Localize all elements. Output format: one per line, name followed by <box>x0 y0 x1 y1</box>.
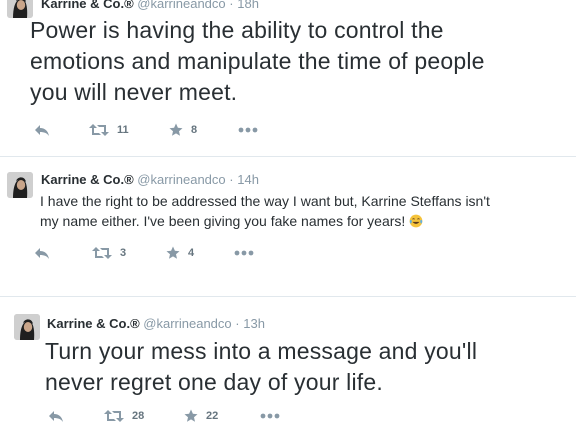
retweet-count: 28 <box>132 410 145 422</box>
favorite-count: 4 <box>188 247 195 259</box>
reply-button[interactable] <box>34 245 50 261</box>
more-icon <box>234 250 254 256</box>
tweet-text: I have the right to be addressed the way… <box>40 191 490 231</box>
reply-button[interactable] <box>34 122 50 138</box>
retweet-icon <box>89 124 109 136</box>
tweet-header: Karrine & Co.® @karrineandco · 14h <box>41 172 259 188</box>
avatar[interactable] <box>7 172 33 198</box>
favorite-count: 22 <box>206 410 219 422</box>
timeline: Karrine & Co.® @karrineandco · 18h Power… <box>0 0 576 439</box>
tweet-text-line: emotions and manipulate the time of peop… <box>30 48 485 74</box>
reply-button[interactable] <box>48 408 64 424</box>
tweet-actions: 11 8 <box>34 122 274 138</box>
display-name[interactable]: Karrine & Co.® <box>41 172 134 187</box>
timestamp[interactable]: 18h <box>237 0 259 11</box>
retweet-button[interactable]: 3 <box>92 245 126 261</box>
favorite-button[interactable]: 8 <box>169 122 197 138</box>
tweet-header: Karrine & Co.® @karrineandco · 18h <box>41 0 259 12</box>
username[interactable]: @karrineandco <box>137 0 225 11</box>
more-icon <box>238 127 258 133</box>
tweet-text-line: never regret one day of your life. <box>45 369 383 395</box>
face-with-tears-of-joy-emoji <box>409 214 423 228</box>
tweet-header: Karrine & Co.® @karrineandco · 13h <box>47 316 265 332</box>
retweet-icon <box>104 410 124 422</box>
reply-icon <box>35 125 49 136</box>
tweet-text-line-with-emoji: my name either. I've been giving you fak… <box>40 211 490 231</box>
favorite-button[interactable]: 4 <box>166 245 194 261</box>
avatar-image <box>14 314 40 340</box>
timestamp[interactable]: 14h <box>237 172 259 187</box>
retweet-count: 11 <box>117 124 129 136</box>
tweet-text-line: I have the right to be addressed the way… <box>40 193 490 209</box>
tweet-text-line: you will never meet. <box>30 79 238 105</box>
timestamp[interactable]: 13h <box>243 316 265 331</box>
tweet-text: Turn your mess into a message and you'll… <box>45 336 477 398</box>
star-icon <box>166 246 180 259</box>
star-icon <box>184 409 198 422</box>
separator: · <box>229 0 234 11</box>
tweet-1[interactable]: Karrine & Co.® @karrineandco · 18h Power… <box>0 0 576 156</box>
tweet-actions: 3 4 <box>34 245 274 261</box>
retweet-count: 3 <box>120 247 127 259</box>
tweet-2[interactable]: Karrine & Co.® @karrineandco · 14h I hav… <box>0 157 576 296</box>
avatar[interactable] <box>14 314 40 340</box>
more-button[interactable] <box>260 408 280 424</box>
retweet-button[interactable]: 28 <box>104 408 144 424</box>
more-icon <box>260 413 280 419</box>
separator: · <box>229 172 234 187</box>
display-name[interactable]: Karrine & Co.® <box>47 316 140 331</box>
separator: · <box>235 316 240 331</box>
tweet-text-line: Turn your mess into a message and you'll <box>45 338 478 364</box>
tweet-actions: 28 22 <box>48 408 288 424</box>
reply-icon <box>49 411 63 422</box>
more-button[interactable] <box>234 245 254 261</box>
retweet-icon <box>92 247 112 259</box>
username[interactable]: @karrineandco <box>137 172 225 187</box>
username[interactable]: @karrineandco <box>143 316 231 331</box>
retweet-button[interactable]: 11 <box>89 122 129 138</box>
more-button[interactable] <box>238 122 258 138</box>
star-icon <box>169 123 183 136</box>
tweet-3[interactable]: Karrine & Co.® @karrineandco · 13h Turn … <box>0 297 576 439</box>
favorite-count: 8 <box>191 124 198 136</box>
favorite-button[interactable]: 22 <box>184 408 218 424</box>
tweet-text: Power is having the ability to control t… <box>30 15 485 108</box>
avatar-image <box>7 172 33 198</box>
tweet-text-line: my name either. I've been giving you fak… <box>40 213 406 229</box>
reply-icon <box>35 248 49 259</box>
tweet-text-line: Power is having the ability to control t… <box>30 17 444 43</box>
display-name[interactable]: Karrine & Co.® <box>41 0 134 11</box>
